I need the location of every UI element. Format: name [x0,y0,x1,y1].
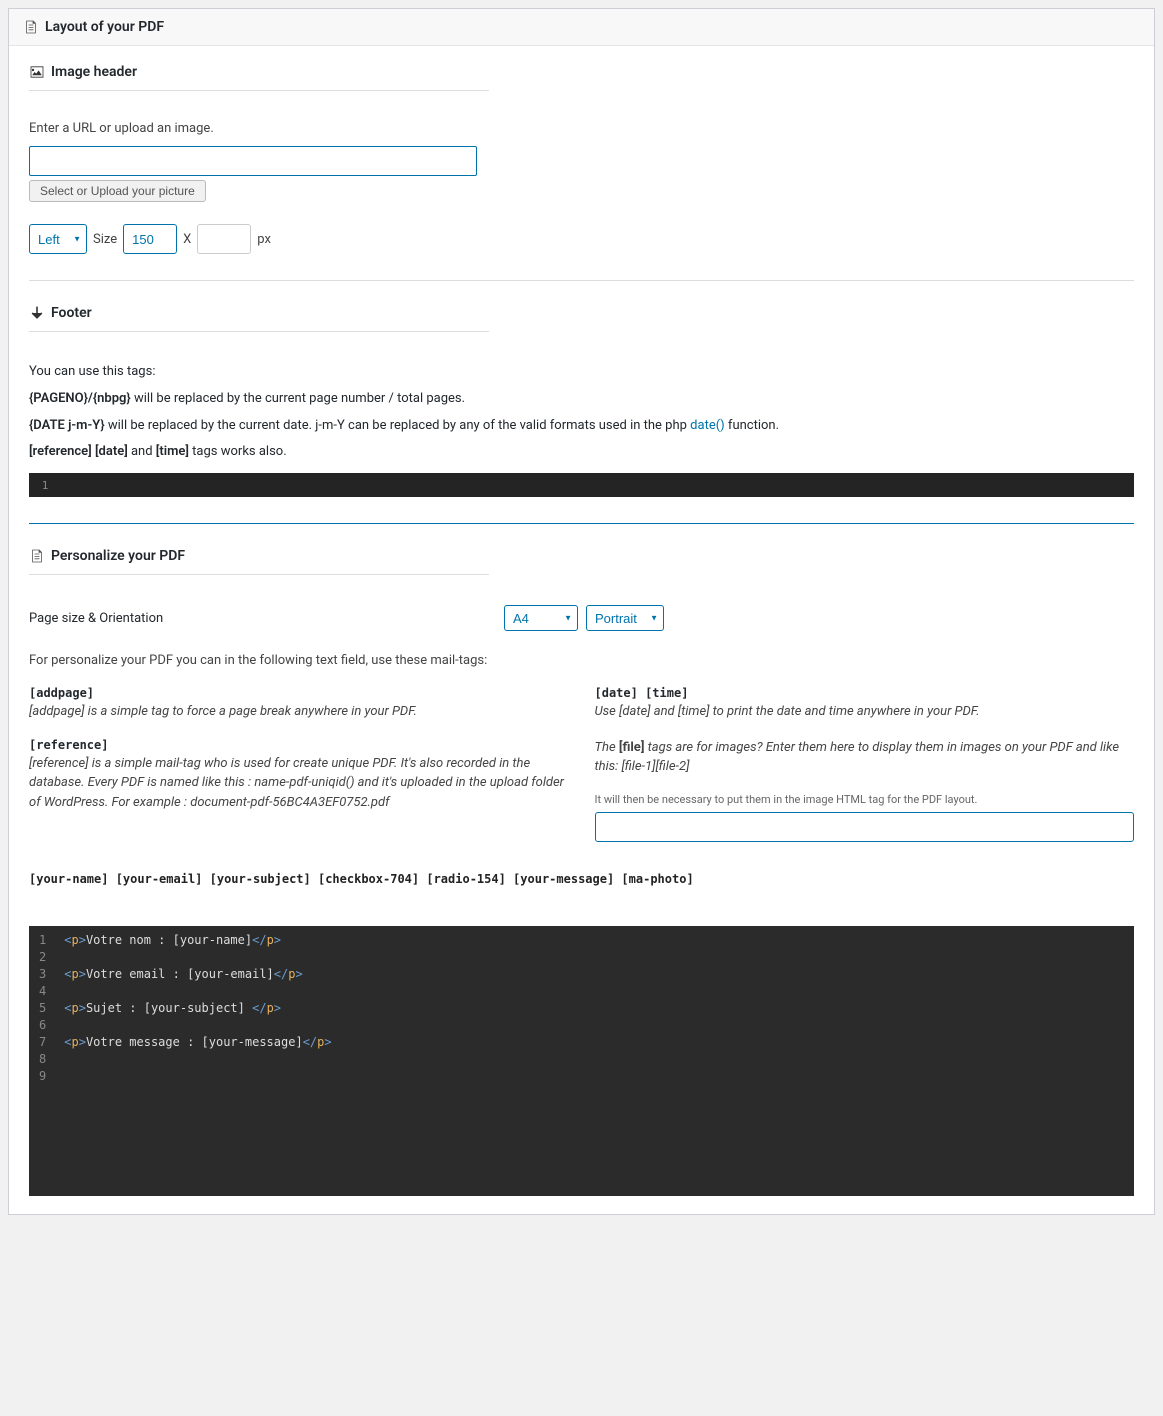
footer-title-row: Footer [29,305,489,332]
datetime-tag: [date] [time] [595,686,1135,700]
image-header-section: Image header Enter a URL or upload an im… [29,64,1134,254]
pageno-rest: will be replaced by the current page num… [131,391,465,406]
panel-title-row: Layout of your PDF [23,19,1140,35]
reference-tag-label: [reference] [29,738,569,752]
image-icon [29,64,45,80]
pagesize-row: Page size & Orientation A4 Portrait [29,605,1134,631]
panel-title: Layout of your PDF [45,19,164,35]
image-height-input[interactable] [197,224,251,254]
document-icon [23,19,39,35]
editor-gutter: 123456789 [29,926,54,1196]
datetime-desc: Use [date] and [time] to print the date … [595,702,1135,722]
available-mail-tags: [your-name] [your-email] [your-subject] … [29,872,1134,886]
time-tag: [time] [156,444,189,459]
divider [29,280,1134,281]
footer-code-editor[interactable]: 1 [29,473,1134,497]
file-desc: The [file] tags are for images? Enter th… [595,738,1135,777]
date-rest: will be replaced by the current date. j-… [105,418,691,433]
file-tags-input[interactable] [595,812,1135,842]
image-width-input[interactable] [123,224,177,254]
file-post: tags are for images? Enter them here to … [595,740,1120,775]
addpage-tag: [addpage] [29,686,569,700]
footer-title: Footer [51,305,92,321]
php-date-link[interactable]: date() [690,418,725,433]
pagesize-label: Page size & Orientation [29,611,504,626]
footer-help-date: {DATE j-m-Y} will be replaced by the cur… [29,416,1134,437]
reference-desc: [reference] is a simple mail-tag who is … [29,754,569,813]
addpage-desc: [addpage] is a simple tag to force a pag… [29,702,569,722]
divider-blue [29,523,1134,524]
size-label: Size [93,232,117,247]
image-size-row: Left Size X px [29,224,1134,254]
footer-help-reftags: [reference] [date] and [time] tags works… [29,442,1134,463]
personalize-section: Personalize your PDF Page size & Orienta… [29,548,1134,1196]
upload-image-button[interactable]: Select or Upload your picture [29,180,206,202]
panel-header: Layout of your PDF [9,9,1154,46]
date-tag: {DATE j-m-Y} [29,418,105,433]
file-pre: The [595,740,619,755]
personalize-title: Personalize your PDF [51,548,185,564]
pageno-tag: {PAGENO}/{nbpg} [29,391,131,406]
panel-body: Image header Enter a URL or upload an im… [9,46,1154,1214]
date-tag-2: [date] [92,444,128,459]
tags-left-col: [addpage] [addpage] is a simple tag to f… [29,686,569,842]
pdf-template-editor[interactable]: 123456789 <p>Votre nom : [your-name]</p>… [29,926,1134,1196]
footer-intro: You can use this tags: [29,362,1134,383]
image-header-title-row: Image header [29,64,489,91]
file-note: It will then be necessary to put them in… [595,793,1135,806]
tags-two-col: [addpage] [addpage] is a simple tag to f… [29,686,1134,842]
layout-panel: Layout of your PDF Image header Enter a … [8,8,1155,1215]
reference-tag: [reference] [29,444,92,459]
arrow-down-icon [29,305,45,321]
px-label: px [257,232,271,247]
document-icon [29,548,45,564]
reftags-end: tags works also. [189,444,287,459]
tags-right-col: [date] [time] Use [date] and [time] to p… [595,686,1135,842]
pagesize-select[interactable]: A4 [504,605,578,631]
personalize-intro: For personalize your PDF you can in the … [29,653,1134,668]
url-label: Enter a URL or upload an image. [29,121,1134,136]
x-label: X [183,232,191,247]
line-number: 1 [29,473,61,497]
footer-help-pageno: {PAGENO}/{nbpg} will be replaced by the … [29,389,1134,410]
date-end: function. [725,418,779,433]
footer-section: Footer You can use this tags: {PAGENO}/{… [29,305,1134,497]
image-align-select[interactable]: Left [29,224,87,254]
image-url-input[interactable] [29,146,477,176]
orientation-select[interactable]: Portrait [586,605,664,631]
personalize-title-row: Personalize your PDF [29,548,489,575]
image-header-title: Image header [51,64,137,80]
editor-code[interactable]: <p>Votre nom : [your-name]</p> <p>Votre … [54,926,1134,1196]
file-tag: [file] [619,740,645,755]
and-text: and [128,444,156,459]
